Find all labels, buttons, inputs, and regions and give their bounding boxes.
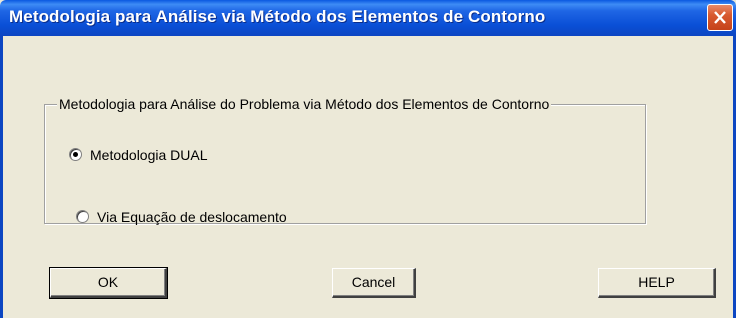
ok-button[interactable]: OK [49,267,168,299]
radio-displacement-equation[interactable] [76,210,89,223]
dialog-window: Metodologia para Análise via Método dos … [0,0,736,318]
radio-displacement-equation-label[interactable]: Via Equação de deslocamento [97,209,287,225]
cancel-button[interactable]: Cancel [332,268,416,298]
radio-dual-label[interactable]: Metodologia DUAL [90,147,208,163]
groupbox-legend: Metodologia para Análise do Problema via… [57,96,552,112]
close-button[interactable] [707,4,733,31]
window-title: Metodologia para Análise via Método dos … [9,7,546,26]
methodology-groupbox [44,104,646,224]
help-button[interactable]: HELP [598,268,716,298]
title-bar[interactable]: Metodologia para Análise via Método dos … [0,0,736,36]
close-icon [714,11,726,24]
radio-dual[interactable] [69,148,82,161]
radio-selected-dot [73,152,78,157]
